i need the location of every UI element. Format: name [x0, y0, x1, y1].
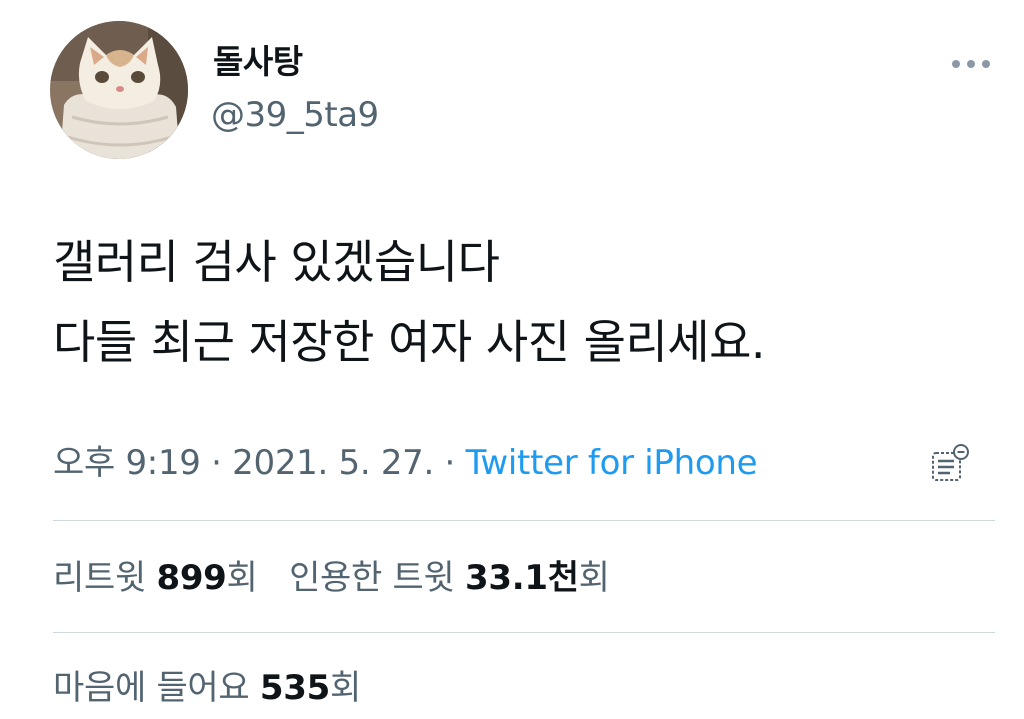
likes-stat[interactable]: 마음에 들어요 535회 [53, 666, 361, 710]
analytics-icon[interactable] [928, 440, 974, 488]
tweet-text-line: 갤러리 검사 있겠습니다 [53, 235, 500, 289]
quote-tweets-label: 인용한 트윗 [289, 558, 455, 598]
likes-row: 마음에 들어요 535회 [53, 666, 361, 710]
likes-count: 535 [259, 668, 330, 708]
likes-label: 마음에 들어요 [53, 668, 250, 708]
tweet-source-link[interactable]: Twitter for iPhone [466, 443, 758, 483]
user-handle[interactable]: @39_5ta9 [211, 93, 379, 137]
divider [53, 520, 995, 521]
quote-tweets-stat[interactable]: 인용한 트윗 33.1천회 [289, 556, 610, 600]
tweet-date[interactable]: 2021. 5. 27. [232, 443, 434, 483]
retweets-label: 리트윗 [53, 558, 146, 598]
meta-separator: · [200, 443, 233, 483]
tweet-time[interactable]: 오후 9:19 [53, 443, 201, 483]
avatar[interactable] [50, 21, 188, 159]
retweets-stat[interactable]: 리트윗 899회 [53, 556, 258, 600]
cat-avatar-icon [50, 21, 188, 159]
meta-separator: · [434, 443, 466, 483]
more-horizontal-icon [967, 60, 975, 68]
divider [53, 632, 995, 633]
more-horizontal-icon [952, 60, 960, 68]
tweet-text: 갤러리 검사 있겠습니다 다들 최근 저장한 여자 사진 올리세요. [53, 222, 1003, 382]
tweet-meta: 오후 9:19 · 2021. 5. 27. · Twitter for iPh… [53, 441, 758, 485]
tweet-text-line: 다들 최근 저장한 여자 사진 올리세요. [53, 315, 766, 369]
quote-tweets-suffix: 회 [578, 558, 610, 598]
quote-tweets-count: 33.1천 [465, 558, 579, 598]
retweets-suffix: 회 [226, 558, 258, 598]
more-horizontal-icon [982, 60, 990, 68]
retweets-count: 899 [156, 558, 227, 598]
display-name[interactable]: 돌사탕 [213, 40, 303, 84]
likes-suffix: 회 [329, 668, 361, 708]
engagement-stats: 리트윗 899회 인용한 트윗 33.1천회 [53, 556, 610, 600]
more-options-button[interactable] [948, 50, 994, 78]
